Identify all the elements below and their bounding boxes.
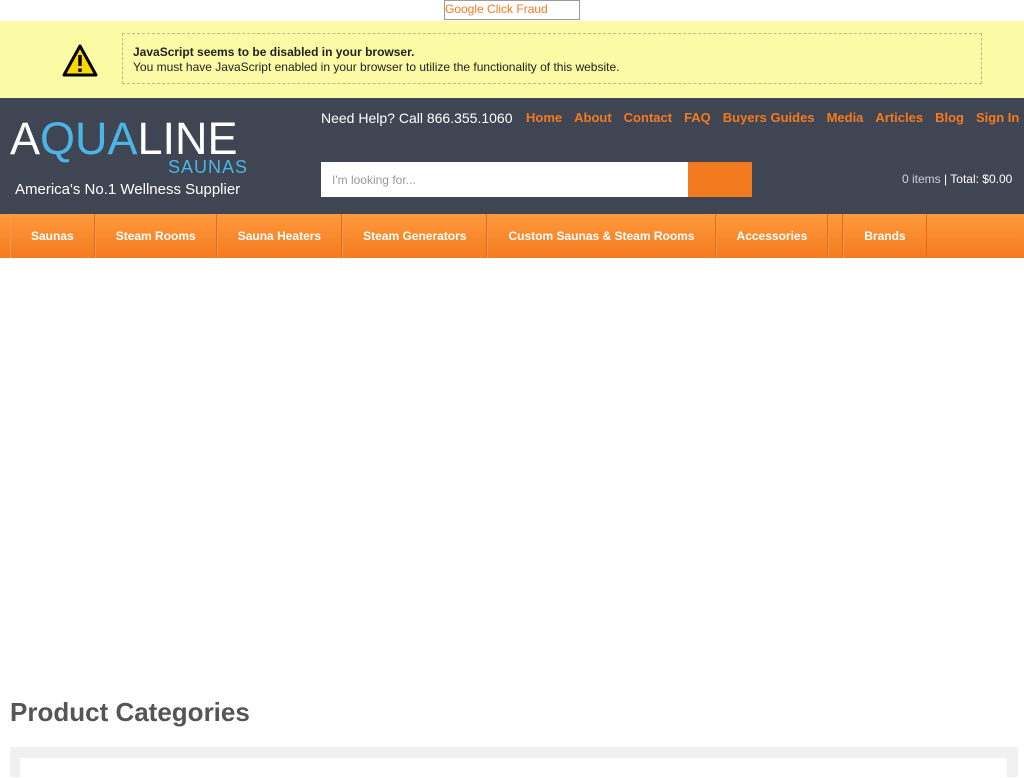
logo-wordmark: AQUALINE [10, 113, 238, 164]
noscript-title: JavaScript seems to be disabled in your … [133, 45, 415, 59]
link-sign-in[interactable]: Sign In [976, 110, 1019, 125]
link-contact[interactable]: Contact [624, 110, 672, 125]
nav-saunas[interactable]: Saunas [10, 214, 95, 258]
product-categories-panel [10, 747, 1018, 778]
nav-custom-saunas-steam-rooms[interactable]: Custom Saunas & Steam Rooms [487, 214, 716, 258]
nav-brands[interactable]: Brands [843, 214, 927, 258]
link-about[interactable]: About [574, 110, 612, 125]
link-faq[interactable]: FAQ [684, 110, 711, 125]
nav-steam-rooms[interactable]: Steam Rooms [94, 214, 217, 258]
help-phone: Need Help? Call 866.355.1060 [321, 110, 513, 126]
link-articles[interactable]: Articles [875, 110, 923, 125]
noscript-message-box: JavaScript seems to be disabled in your … [122, 33, 982, 84]
nav-sauna-heaters[interactable]: Sauna Heaters [216, 214, 343, 258]
nav-steam-generators[interactable]: Steam Generators [342, 214, 488, 258]
top-bar: Google Click Fraud [0, 0, 1024, 21]
cart-separator: | [940, 172, 951, 186]
logo-saunas: SAUNAS [168, 157, 249, 177]
warning-triangle-icon [62, 44, 98, 77]
logo-tagline: America's No.1 Wellness Supplier [15, 181, 241, 198]
product-categories-heading: Product Categories [10, 697, 250, 727]
cart-summary[interactable]: 0 items | Total: $0.00 [902, 172, 1012, 186]
main-nav: Saunas Steam Rooms Sauna Heaters Steam G… [0, 214, 1024, 258]
product-categories-content [20, 758, 1007, 778]
cart-items: 0 items [902, 172, 941, 186]
google-click-fraud-link[interactable]: Google Click Fraud [444, 0, 580, 20]
aqualine-logo[interactable]: AQUALINE SAUNAS America's No.1 Wellness … [10, 115, 250, 205]
link-home[interactable]: Home [526, 110, 562, 125]
link-buyers-guides[interactable]: Buyers Guides [723, 110, 815, 125]
search-input[interactable] [321, 162, 688, 197]
link-media[interactable]: Media [827, 110, 864, 125]
top-links: Home About Contact FAQ Buyers Guides Med… [526, 110, 1024, 125]
search-button[interactable] [688, 162, 752, 197]
cart-total: Total: $0.00 [950, 172, 1013, 186]
nav-accessories[interactable]: Accessories [715, 214, 829, 258]
noscript-message: You must have JavaScript enabled in your… [133, 60, 620, 74]
nav-divider [828, 214, 844, 258]
link-blog[interactable]: Blog [935, 110, 964, 125]
